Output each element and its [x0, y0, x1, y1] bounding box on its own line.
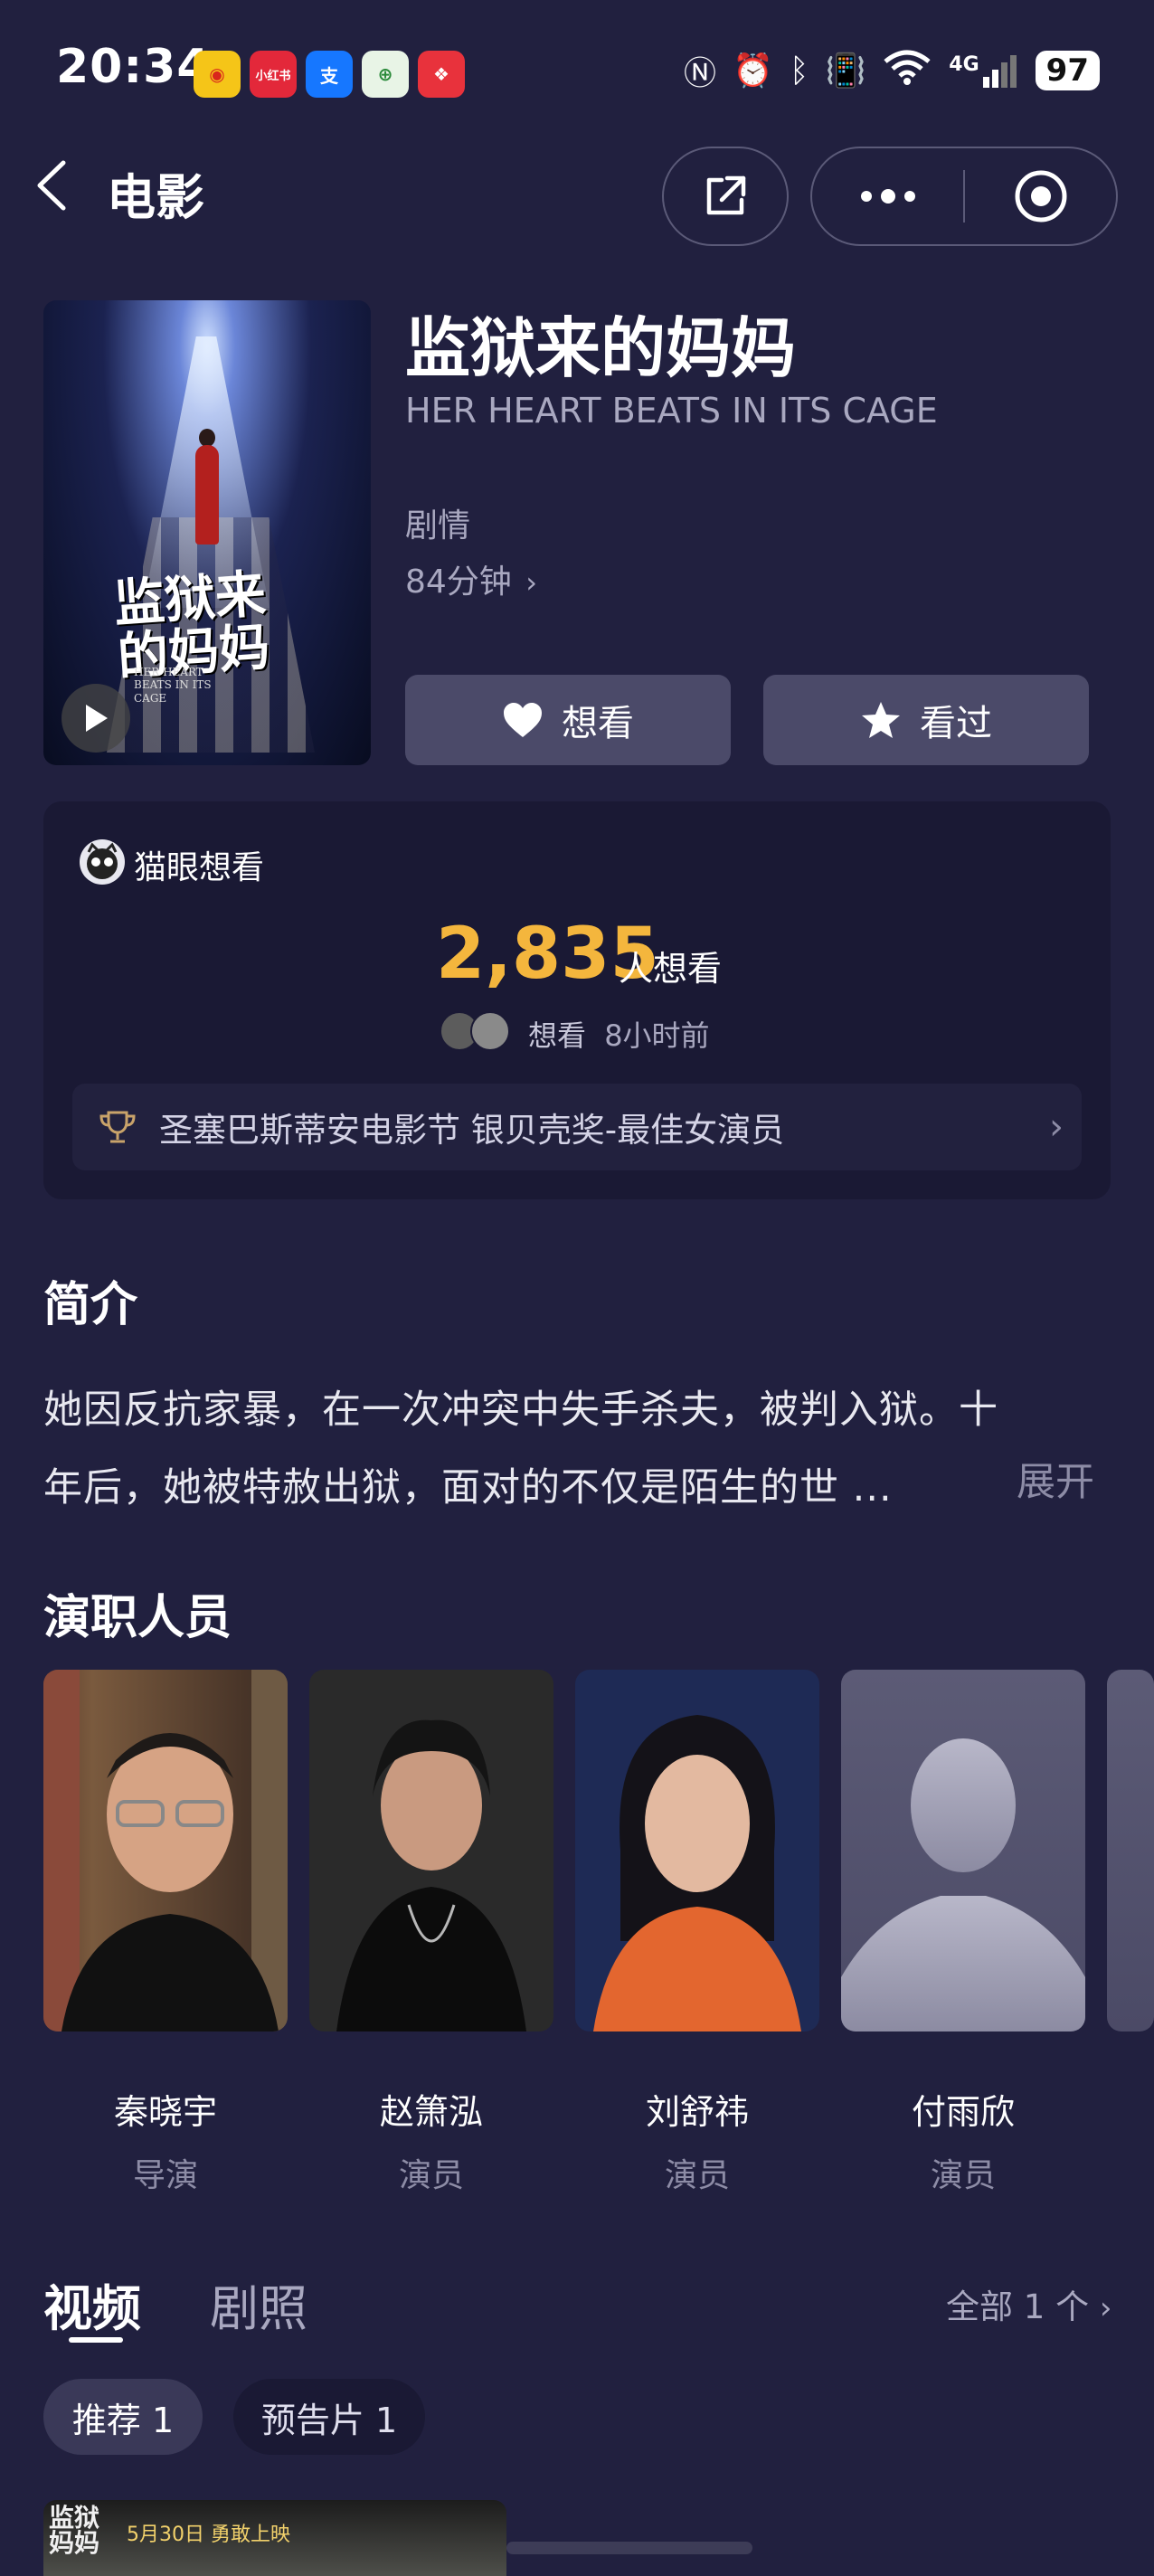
home-indicator[interactable]: [506, 2542, 752, 2554]
movie-english-title: HER HEART BEATS IN ITS CAGE: [405, 391, 938, 431]
share-icon: [706, 175, 746, 215]
movie-poster[interactable]: 监狱来的妈妈 HER HEART BEATS IN ITS CAGE: [43, 300, 371, 765]
star-icon: [862, 702, 900, 738]
person-photo-icon: [336, 1719, 526, 2031]
vibrate-icon: 📳: [825, 52, 866, 90]
award-text: 圣塞巴斯蒂安电影节 银贝壳奖-最佳女演员: [159, 1111, 785, 1150]
poster-figure-head: [199, 429, 215, 447]
synopsis-text: 她因反抗家暴，在一次冲突中失手杀夫，被判入狱。十年后，她被特赦出狱，面对的不仅是…: [43, 1387, 998, 1511]
cast-role: 演员: [664, 2157, 730, 2194]
cast-name: 刘舒祎: [645, 2092, 749, 2132]
chip-recommended[interactable]: 推荐 1: [43, 2379, 203, 2455]
more-dots-icon: [860, 189, 915, 204]
video-thumbnail[interactable]: 监狱 妈妈 5月30日 勇敢上映: [43, 2500, 506, 2576]
recent-want-time: 8小时前: [604, 1018, 710, 1053]
watched-button[interactable]: 看过: [763, 675, 1089, 765]
expand-synopsis-link[interactable]: 展开: [1017, 1451, 1094, 1507]
thumbnail-title-art: 监狱 妈妈: [49, 2503, 100, 2558]
cast-name: 付雨欣: [911, 2092, 1015, 2132]
play-icon: [86, 705, 108, 732]
avatar-placeholder-icon: [841, 1738, 1085, 2031]
cast-photo-actor-2[interactable]: [575, 1670, 819, 2031]
maoyan-want-label: 猫眼想看: [134, 849, 265, 886]
cast-role: 演员: [930, 2157, 996, 2194]
nfc-icon: Ⓝ: [684, 55, 717, 92]
status-time: 20:34: [56, 40, 211, 94]
poster-figure: [195, 445, 219, 545]
chevron-left-icon: [37, 160, 66, 211]
chevron-right-icon: ›: [1049, 1106, 1064, 1148]
bluetooth-icon: ᛒ: [789, 52, 809, 90]
movie-duration[interactable]: 84分钟 ›: [405, 555, 537, 602]
mini-program-capsule: [810, 147, 1118, 246]
chevron-right-icon: ›: [525, 565, 538, 600]
cast-name: 赵箫泓: [379, 2092, 483, 2132]
view-all-label: 全部 1 个: [946, 2287, 1090, 2326]
want-to-watch-label: 想看: [562, 703, 634, 744]
battery-indicator: 97: [1035, 51, 1100, 90]
cast-role: 演员: [398, 2157, 464, 2194]
cast-photo-actor-3[interactable]: [841, 1670, 1085, 2031]
xiaohongshu-icon: 小红书: [250, 51, 297, 98]
award-row[interactable]: 圣塞巴斯蒂安电影节 银贝壳奖-最佳女演员 ›: [72, 1084, 1082, 1170]
chip-trailers[interactable]: 预告片 1: [233, 2379, 425, 2455]
chevron-right-icon: ›: [1099, 2290, 1112, 2326]
notification-icons: ◉ 小红书支 ⊕ ❖: [194, 51, 465, 98]
recent-want-text: 想看: [528, 1018, 587, 1053]
more-button[interactable]: [812, 148, 963, 244]
avatar: [470, 1011, 510, 1051]
close-mini-program-button[interactable]: [965, 148, 1116, 244]
person-photo-icon: [593, 1715, 801, 2031]
view-all-link[interactable]: 全部 1 个 ›: [946, 2279, 1111, 2328]
want-to-watch-button[interactable]: 想看: [405, 675, 731, 765]
share-button[interactable]: [662, 147, 789, 246]
cast-name: 秦晓宇: [113, 2092, 217, 2132]
cast-photo-partial[interactable]: [1107, 1670, 1154, 2031]
watched-label: 看过: [920, 703, 992, 744]
signal-icon: 4G: [949, 53, 1018, 88]
movie-genre: 剧情: [405, 507, 471, 545]
app-green-icon: ⊕: [362, 51, 409, 98]
want-count-suffix: 人想看: [619, 949, 723, 989]
maoyan-logo-icon: [80, 839, 125, 885]
movie-title: 监狱来的妈妈: [405, 310, 797, 386]
recent-want-info: 想看 8小时前: [528, 1013, 710, 1055]
alipay-icon: 支: [306, 51, 353, 98]
alarm-icon: ⏰: [733, 52, 773, 90]
tab-videos[interactable]: 视频: [43, 2268, 141, 2340]
poster-subtitle: HER HEART BEATS IN ITS CAGE: [134, 666, 212, 705]
system-icons: Ⓝ ⏰ ᛒ 📳 4G 97: [684, 47, 1100, 94]
back-button[interactable]: [27, 154, 81, 217]
wifi-icon: [882, 49, 932, 93]
target-circle-icon: [1015, 170, 1066, 223]
cast-photo-director[interactable]: [43, 1670, 288, 2031]
weibo-icon: ◉: [194, 51, 241, 98]
thumbnail-release-text: 5月30日 勇敢上映: [127, 2524, 290, 2546]
cast-photo-actor-1[interactable]: [309, 1670, 553, 2031]
play-trailer-button[interactable]: [61, 684, 130, 753]
app-red-icon: ❖: [418, 51, 465, 98]
trophy-icon: [99, 1111, 136, 1143]
cast-heading: 演职人员: [43, 1591, 232, 1645]
active-tab-indicator: [69, 2337, 123, 2343]
person-photo-icon: [43, 1670, 288, 2031]
synopsis-heading: 简介: [43, 1278, 138, 1332]
tab-stills[interactable]: 剧照: [210, 2268, 307, 2340]
heart-icon: [504, 703, 542, 737]
network-type-label: 4G: [949, 53, 979, 76]
page-title: 电影: [107, 169, 204, 226]
cast-role: 导演: [132, 2157, 198, 2194]
duration-text: 84分钟: [405, 564, 512, 601]
